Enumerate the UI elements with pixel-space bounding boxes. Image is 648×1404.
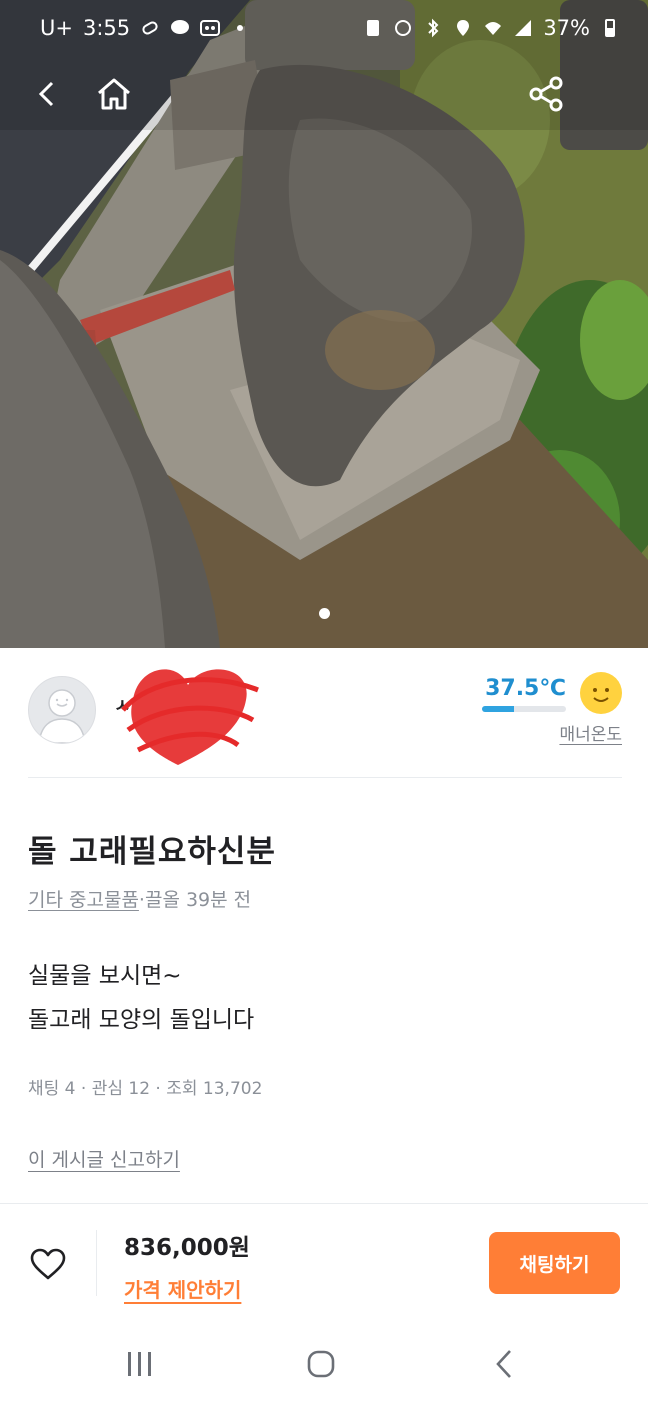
link-icon	[142, 21, 158, 35]
post-description: 실물을 보시면~ 돌고래 모양의 돌입니다	[28, 954, 254, 1042]
post-title: 돌 고래필요하신분	[28, 834, 276, 870]
manner-temp-value: 37.5℃	[485, 676, 566, 701]
bar-separator	[96, 1230, 97, 1296]
battery-icon	[605, 19, 615, 37]
avatar[interactable]	[28, 676, 96, 744]
manner-temp-bar	[482, 706, 566, 712]
home-circle-icon	[307, 1350, 335, 1378]
redaction-scribble	[121, 669, 259, 765]
home-button[interactable]	[90, 70, 138, 118]
purchase-bar: 836,000원 가격 제안하기 채팅하기	[0, 1203, 648, 1322]
share-icon	[529, 76, 563, 112]
carrier-label: U+	[40, 16, 73, 40]
manner-temperature[interactable]: 37.5℃ 매너온도	[472, 672, 622, 752]
dot-icon	[237, 25, 244, 31]
heart-icon	[30, 1248, 66, 1280]
product-photo[interactable]: U+ 3:55 37%	[0, 0, 648, 648]
chat-button[interactable]: 채팅하기	[489, 1232, 620, 1294]
section-divider	[28, 777, 622, 778]
bump-time: 끌올 39분 전	[144, 889, 252, 911]
recent-apps-icon	[128, 1352, 151, 1376]
battery-percent: 37%	[543, 16, 590, 40]
bluetooth-icon	[428, 18, 439, 38]
wifi-icon	[485, 22, 502, 35]
category-link[interactable]: 기타 중고물품	[28, 889, 139, 911]
report-post-link[interactable]: 이 게시글 신고하기	[28, 1145, 180, 1172]
system-back-button[interactable]	[484, 1344, 524, 1384]
recent-apps-button[interactable]	[120, 1344, 160, 1384]
post-stats: 채팅 4 · 관심 12 · 조회 13,702	[28, 1079, 263, 1099]
alarm-icon	[395, 20, 412, 36]
default-avatar-icon	[38, 689, 86, 743]
voicemail-icon	[200, 20, 221, 36]
system-nav-bar	[0, 1322, 648, 1404]
clock: 3:55	[82, 16, 131, 40]
like-button[interactable]	[28, 1244, 68, 1284]
home-icon	[98, 78, 130, 110]
talk-icon	[171, 20, 190, 34]
smile-face-icon	[580, 672, 622, 714]
post-meta: 기타 중고물품·끌올 39분 전	[28, 885, 251, 912]
back-button[interactable]	[24, 70, 72, 118]
price-offer-link[interactable]: 가격 제안하기	[124, 1274, 241, 1303]
description-line: 실물을 보시면~	[28, 963, 182, 989]
back-chevron-icon	[496, 1350, 511, 1378]
share-button[interactable]	[522, 70, 570, 118]
photo-pager	[0, 608, 648, 619]
description-line: 돌고래 모양의 돌입니다	[28, 1007, 255, 1033]
system-home-button[interactable]	[301, 1344, 341, 1384]
location-icon	[457, 20, 470, 36]
sim-icon	[367, 20, 380, 36]
signal-icon	[515, 20, 532, 36]
pager-dot-active	[318, 608, 330, 619]
price: 836,000원	[124, 1235, 250, 1261]
manner-label[interactable]: 매너온도	[559, 720, 622, 745]
back-arrow-icon	[38, 81, 54, 107]
manner-temp-bar-fill	[482, 706, 514, 712]
seller-profile[interactable]: ㅅ 37.5℃ 매너온도	[28, 669, 622, 772]
status-bar: U+ 3:55 37%	[0, 0, 648, 58]
